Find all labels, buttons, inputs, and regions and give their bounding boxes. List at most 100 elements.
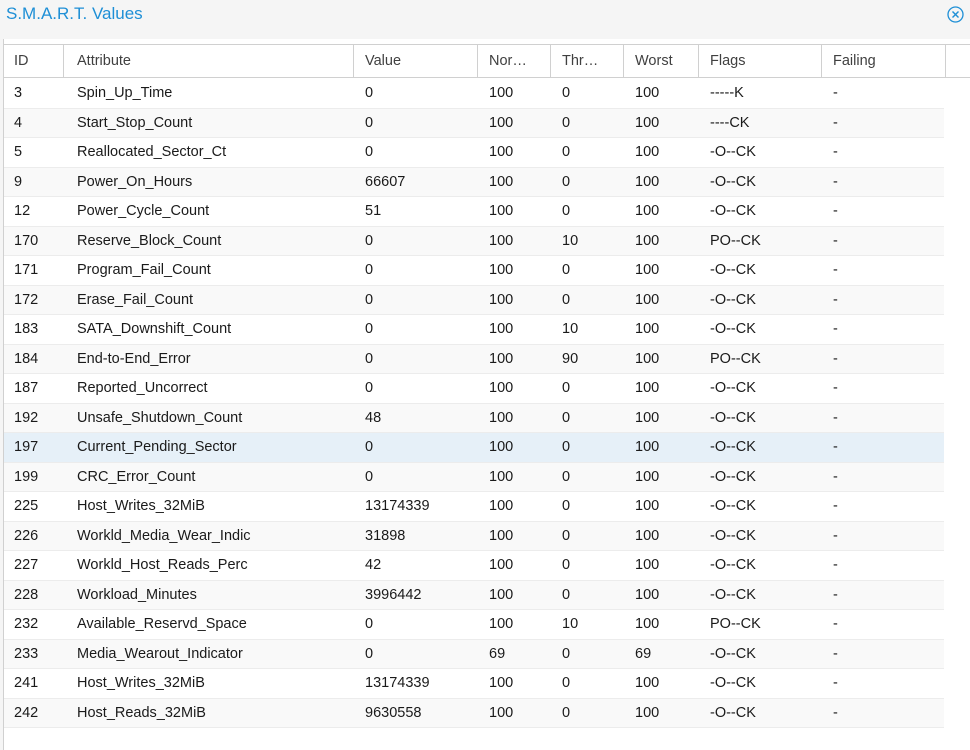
table-row[interactable]: 170 Reserve_Block_Count 0 100 10 100 PO--CK - xyxy=(4,226,944,256)
table-row[interactable]: 241 Host_Writes_32MiB 13174339 100 0 100 -O--C… xyxy=(4,669,944,699)
column-header-threshold[interactable]: Thr… xyxy=(552,45,624,77)
table-row[interactable]: 183 SATA_Downshift_Count 0 100 10 100 -O--CK - xyxy=(4,315,944,345)
cell-normalized: 100 xyxy=(489,439,514,455)
cell-worst: 100 xyxy=(635,232,660,249)
cell-flags: -O--CK xyxy=(710,704,756,721)
cell-normalized: 100 xyxy=(489,321,514,337)
cell-id: 233 xyxy=(14,645,39,662)
cell-attribute: Erase_Fail_Count xyxy=(77,291,194,308)
table-row[interactable]: 242 Host_Reads_32MiB 9630558 100 0 100 -O--CK - xyxy=(4,698,944,728)
cell-worst: 100 xyxy=(635,557,660,573)
column-header-flags[interactable]: Flags xyxy=(700,45,822,77)
cell-attribute: End-to-End_Error xyxy=(77,350,191,367)
cell-normalized: 100 xyxy=(489,557,514,573)
table-row[interactable]: 4 Start_Stop_Count 0 100 0 100 ----CK - xyxy=(4,108,944,138)
cell-threshold: 0 xyxy=(562,291,571,308)
cell-normalized: 100 xyxy=(489,144,514,160)
cell-failing: - xyxy=(833,203,838,219)
cell-id: 9 xyxy=(14,173,23,190)
cell-threshold: 0 xyxy=(562,173,571,190)
column-header-attribute[interactable]: Attribute xyxy=(67,45,354,77)
table-row[interactable]: 9 Power_On_Hours 66607 100 0 100 -O--CK - xyxy=(4,167,944,197)
cell-threshold: 0 xyxy=(562,468,571,485)
cell-attribute: Workload_Minutes xyxy=(77,586,197,603)
cell-failing: - xyxy=(833,144,838,160)
cell-failing: - xyxy=(833,616,838,632)
cell-flags: -O--CK xyxy=(710,675,756,691)
cell-id: 197 xyxy=(14,439,39,455)
table-row[interactable]: 172 Erase_Fail_Count 0 100 0 100 -O--CK - xyxy=(4,285,944,315)
cell-normalized: 100 xyxy=(489,291,514,308)
table-row[interactable]: 184 End-to-End_Error 0 100 90 100 PO--CK - xyxy=(4,344,944,374)
cell-value: 0 xyxy=(365,380,374,396)
cell-worst: 100 xyxy=(635,586,660,603)
cell-attribute: Power_Cycle_Count xyxy=(77,203,210,219)
cell-attribute: SATA_Downshift_Count xyxy=(77,321,232,337)
cell-value: 51 xyxy=(365,203,382,219)
cell-threshold: 0 xyxy=(562,704,571,721)
table-row[interactable]: 3 Spin_Up_Time 0 100 0 100 -----K - xyxy=(4,79,944,109)
cell-failing: - xyxy=(833,409,838,426)
table-row[interactable]: 225 Host_Writes_32MiB 13174339 100 0 100 -O--C… xyxy=(4,492,944,522)
cell-worst: 100 xyxy=(635,380,660,396)
cell-normalized: 100 xyxy=(489,704,514,721)
column-header-normalized[interactable]: Nor… xyxy=(479,45,551,77)
cell-normalized: 100 xyxy=(489,85,514,101)
cell-id: 170 xyxy=(14,232,39,249)
table-row[interactable]: 192 Unsafe_Shutdown_Count 48 100 0 100 -O--CK - xyxy=(4,403,944,433)
cell-threshold: 0 xyxy=(562,380,571,396)
cell-id: 172 xyxy=(14,291,39,308)
cell-threshold: 90 xyxy=(562,350,579,367)
cell-failing: - xyxy=(833,321,838,337)
table-row[interactable]: 232 Available_Reservd_Space 0 100 10 100 PO--C… xyxy=(4,610,944,640)
cell-value: 9630558 xyxy=(365,704,422,721)
cell-failing: - xyxy=(833,85,838,101)
cell-normalized: 100 xyxy=(489,380,514,396)
table-row[interactable]: 171 Program_Fail_Count 0 100 0 100 -O--CK - xyxy=(4,256,944,286)
cell-value: 3996442 xyxy=(365,586,422,603)
cell-normalized: 100 xyxy=(489,232,514,249)
table-row[interactable]: 226 Workld_Media_Wear_Indic 31898 100 0 100 -O… xyxy=(4,521,944,551)
table-row[interactable]: 199 CRC_Error_Count 0 100 0 100 -O--CK - xyxy=(4,462,944,492)
cell-worst: 100 xyxy=(635,203,660,219)
cell-failing: - xyxy=(833,498,838,514)
table-row[interactable]: 227 Workld_Host_Reads_Perc 42 100 0 100 -O--CK… xyxy=(4,551,944,581)
table-row[interactable]: 187 Reported_Uncorrect 0 100 0 100 -O--CK - xyxy=(4,374,944,404)
cell-worst: 100 xyxy=(635,527,660,544)
table-row[interactable]: 197 Current_Pending_Sector 0 100 0 100 -O--CK - xyxy=(4,433,944,463)
cell-value: 0 xyxy=(365,232,374,249)
cell-failing: - xyxy=(833,439,838,455)
column-header-failing[interactable]: Failing xyxy=(823,45,946,77)
cell-attribute: Workld_Media_Wear_Indic xyxy=(77,527,251,544)
table-row[interactable]: 12 Power_Cycle_Count 51 100 0 100 -O--CK - xyxy=(4,197,944,227)
column-header-id[interactable]: ID xyxy=(4,45,64,77)
cell-attribute: Reported_Uncorrect xyxy=(77,380,208,396)
cell-failing: - xyxy=(833,291,838,308)
cell-normalized: 100 xyxy=(489,203,514,219)
table-row[interactable]: 5 Reallocated_Sector_Ct 0 100 0 100 -O--CK - xyxy=(4,138,944,168)
cell-worst: 100 xyxy=(635,616,660,632)
cell-worst: 69 xyxy=(635,645,652,662)
cell-flags: -O--CK xyxy=(710,468,756,485)
cell-attribute: Media_Wearout_Indicator xyxy=(77,645,243,662)
cell-normalized: 100 xyxy=(489,114,514,131)
cell-value: 0 xyxy=(365,114,374,131)
column-header-value[interactable]: Value xyxy=(355,45,478,77)
cell-attribute: Reserve_Block_Count xyxy=(77,232,222,249)
close-button[interactable] xyxy=(947,6,964,23)
cell-attribute: Start_Stop_Count xyxy=(77,114,193,131)
cell-flags: -O--CK xyxy=(710,262,756,278)
cell-id: 183 xyxy=(14,321,39,337)
table-row[interactable]: 228 Workload_Minutes 3996442 100 0 100 -O--CK - xyxy=(4,580,944,610)
cell-value: 0 xyxy=(365,291,374,308)
cell-id: 199 xyxy=(14,468,39,485)
cell-value: 31898 xyxy=(365,527,406,544)
cell-id: 12 xyxy=(14,203,31,219)
table-row[interactable]: 233 Media_Wearout_Indicator 0 69 0 69 -O--CK - xyxy=(4,639,944,669)
cell-id: 226 xyxy=(14,527,39,544)
cell-worst: 100 xyxy=(635,291,660,308)
column-header-worst[interactable]: Worst xyxy=(625,45,699,77)
cell-threshold: 0 xyxy=(562,586,571,603)
cell-normalized: 100 xyxy=(489,468,514,485)
cell-failing: - xyxy=(833,586,838,603)
